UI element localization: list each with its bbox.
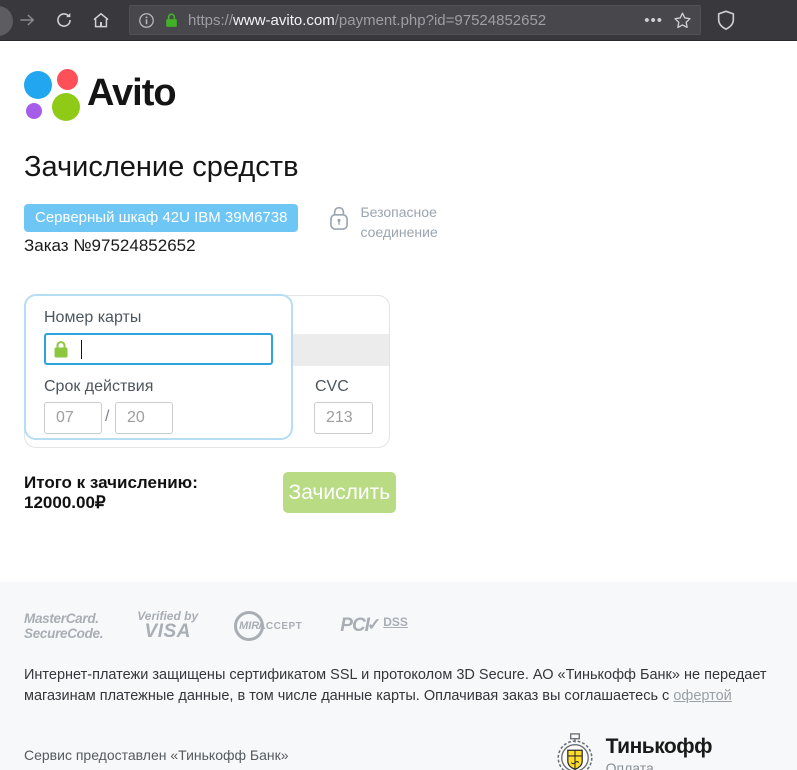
forward-arrow-icon xyxy=(17,10,37,30)
offer-link[interactable]: офертой xyxy=(673,688,731,704)
browser-toolbar: https://www-avito.com/payment.php?id=975… xyxy=(0,0,797,41)
mastercard-securecode-logo: MasterCard. SecureCode. xyxy=(24,611,103,641)
tinkoff-crest-icon xyxy=(552,730,598,770)
home-icon xyxy=(91,10,111,30)
avito-logo-text: Avito xyxy=(87,72,176,115)
home-button[interactable] xyxy=(91,10,111,30)
secure-lock-icon xyxy=(328,205,350,232)
card-front-panel: Номер карты Срок действия / xyxy=(24,294,293,440)
expiry-month-input[interactable] xyxy=(44,402,102,434)
reload-button[interactable] xyxy=(54,10,74,30)
ssl-lock-icon xyxy=(163,12,180,29)
product-badge: Серверный шкаф 42U IBM 39M6738 xyxy=(24,204,298,232)
expiry-year-input[interactable] xyxy=(115,402,173,434)
reload-icon xyxy=(54,10,74,30)
url-scheme: https:// xyxy=(188,12,233,29)
mir-accept-logo: MIR ACCEPT xyxy=(234,611,302,641)
cvc-label: CVC xyxy=(315,378,349,396)
forward-button[interactable] xyxy=(17,10,37,30)
tinkoff-sub: Оплата xyxy=(606,760,712,770)
cvc-input[interactable] xyxy=(314,402,373,434)
verified-by-visa-logo: Verified by VISA xyxy=(137,609,198,643)
url-bar[interactable]: https://www-avito.com/payment.php?id=975… xyxy=(129,5,701,35)
order-number: Заказ №97524852652 xyxy=(24,236,298,256)
footer: MasterCard. SecureCode. Verified by VISA… xyxy=(0,582,797,770)
secure-connection: Безопасное соединение xyxy=(328,202,437,256)
service-provider-text: Сервис предоставлен «Тинькофф Банк» xyxy=(24,747,289,763)
card-form: CVC Номер карты Срок действия / xyxy=(24,294,394,449)
expiry-separator: / xyxy=(105,408,109,426)
url-domain: www-avito.com xyxy=(233,12,335,29)
total-amount: Итого к зачислению: 12000.00₽ xyxy=(24,473,283,513)
card-number-label: Номер карты xyxy=(44,309,141,327)
tinkoff-logo: Тинькофф Оплата xyxy=(552,730,712,770)
site-info-icon[interactable] xyxy=(138,12,155,29)
text-cursor xyxy=(81,340,82,359)
url-text: https://www-avito.com/payment.php?id=975… xyxy=(188,12,638,29)
page-title: Зачисление средств xyxy=(24,151,797,184)
page-actions-button[interactable]: ••• xyxy=(644,12,663,29)
tinkoff-name: Тинькофф xyxy=(606,735,712,759)
pci-dss-logo: PCI ✓ DSS xyxy=(340,615,408,637)
payment-page: Avito Зачисление средств Серверный шкаф … xyxy=(0,41,797,770)
secure-connection-label: Безопасное соединение xyxy=(360,202,437,242)
card-number-input[interactable] xyxy=(44,333,273,365)
back-button[interactable] xyxy=(0,6,13,36)
url-path: /payment.php?id=97524852652 xyxy=(335,12,546,29)
submit-payment-button[interactable]: Зачислить xyxy=(283,472,396,513)
bookmark-star-icon[interactable] xyxy=(673,11,692,30)
avito-logo: Avito xyxy=(24,41,797,119)
tracking-shield-icon[interactable] xyxy=(715,9,737,31)
avito-logo-icon xyxy=(24,69,76,119)
expiry-label: Срок действия xyxy=(44,378,153,396)
input-lock-icon xyxy=(54,341,68,358)
security-disclaimer: Интернет-платежи защищены сертификатом S… xyxy=(24,665,774,707)
